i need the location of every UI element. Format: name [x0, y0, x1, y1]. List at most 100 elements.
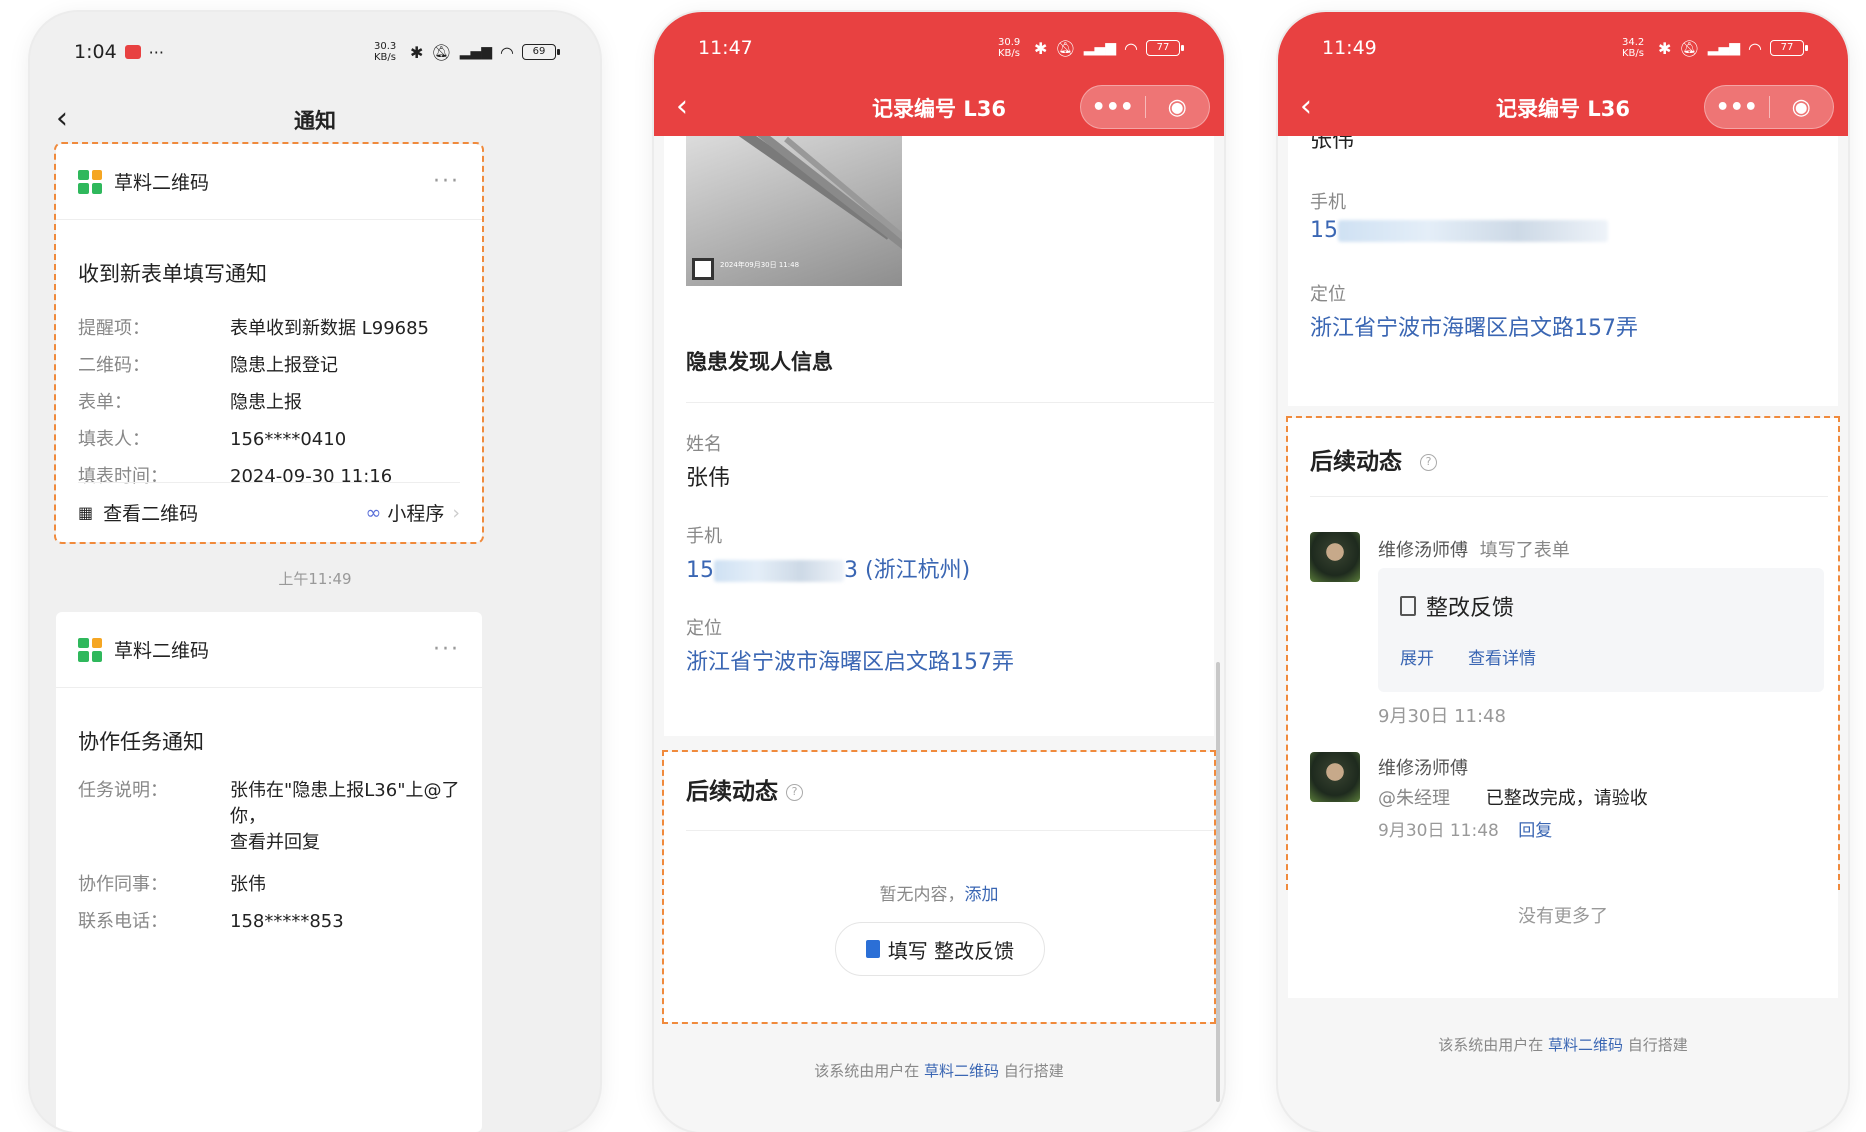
- avatar[interactable]: [1310, 532, 1360, 582]
- followup-title-row: 后续动态 ?: [1310, 442, 1438, 476]
- notice-field-row: 二维码： 隐患上报登记: [56, 347, 482, 384]
- footer-note: 该系统由用户在 草料二维码 自行搭建: [1278, 1034, 1848, 1055]
- notice-field-row: 表单： 隐患上报: [56, 384, 482, 421]
- field-phone: 联系电话： 158*****853: [56, 903, 482, 940]
- mini-program-capsule: ••• ◉: [1080, 85, 1210, 129]
- expand-link[interactable]: 展开: [1400, 644, 1434, 669]
- page-title: 记录编号 L36: [1496, 97, 1630, 121]
- nav-bar: ‹ 记录编号 L36 ••• ◉: [654, 80, 1224, 136]
- phone-prefix: 15: [1310, 218, 1338, 243]
- field-key: 填表人：: [78, 429, 150, 450]
- fill-feedback-button[interactable]: 填写 整改反馈: [835, 922, 1045, 976]
- phone-value[interactable]: 15: [1310, 218, 1608, 243]
- back-icon[interactable]: ‹: [676, 92, 688, 122]
- content-panel: 2024年09月30日 11:48 隐患发现人信息 姓名 张伟 手机 15 3 (…: [664, 136, 1214, 736]
- phone-redacted: [1338, 220, 1608, 242]
- entry-header: 维修汤师傅 填写了表单: [1378, 536, 1570, 562]
- more-menu-icon[interactable]: •••: [1705, 95, 1769, 120]
- net-speed: 30.3 KB/s: [374, 41, 397, 63]
- location-value[interactable]: 浙江省宁波市海曙区启文路157弄: [686, 644, 1014, 676]
- task-line1: 张伟在"隐患上报L36"上@了你，: [230, 780, 460, 827]
- divider: [1310, 496, 1828, 497]
- net-speed: 30.9 KB/s: [998, 37, 1021, 59]
- form-icon: [1400, 596, 1416, 616]
- avatar[interactable]: [1310, 752, 1360, 802]
- status-icons: 34.2 KB/s ✱ 🔕︎ ▂▄▆ ◠ 77: [1622, 37, 1808, 59]
- divider: [686, 402, 1214, 403]
- content-panel: 张伟 手机 15 定位 浙江省宁波市海曙区启文路157弄: [1288, 136, 1838, 406]
- name-value: 张伟: [686, 466, 731, 491]
- field-key: 表单：: [78, 392, 132, 413]
- wifi-icon: ◠: [1748, 38, 1762, 58]
- battery-icon: 77: [1770, 40, 1808, 56]
- form-notification-card[interactable]: 草料二维码 ··· 收到新表单填写通知 提醒项： 表单收到新数据 L99685 二维…: [54, 142, 484, 544]
- more-icon[interactable]: ···: [433, 637, 460, 662]
- view-qr-label: 查看二维码: [103, 503, 199, 525]
- entry-user[interactable]: 维修汤师傅: [1378, 540, 1468, 561]
- more-icon[interactable]: ···: [433, 169, 460, 194]
- photo-qr-icon: [692, 258, 714, 280]
- field-value: 隐患上报登记: [230, 355, 338, 376]
- hazard-photo[interactable]: 2024年09月30日 11:48: [686, 136, 902, 286]
- followup-title: 后续动态: [686, 779, 778, 805]
- photo-caption: 2024年09月30日 11:48: [720, 261, 800, 269]
- location-value[interactable]: 浙江省宁波市海曙区启文路157弄: [1310, 310, 1638, 342]
- footer-brand-link[interactable]: 草料二维码: [924, 1062, 999, 1080]
- mini-program-link[interactable]: ∞ 小程序 ›: [366, 499, 460, 526]
- card-header: 草料二维码 ···: [56, 144, 482, 220]
- close-target-icon[interactable]: ◉: [1770, 95, 1834, 120]
- scrollbar[interactable]: [1216, 662, 1220, 1102]
- clipboard-icon: [865, 940, 880, 958]
- no-more-panel: 没有更多了: [1288, 888, 1838, 998]
- field-key: 二维码：: [78, 355, 150, 376]
- nav-bar: ‹ 通知: [30, 92, 600, 148]
- battery-icon: 77: [1146, 40, 1184, 56]
- mention[interactable]: @朱经理: [1378, 788, 1450, 809]
- bluetooth-icon: ✱: [1658, 38, 1672, 58]
- footer-brand-link[interactable]: 草料二维码: [1548, 1036, 1623, 1054]
- status-time: 11:49: [1322, 37, 1377, 59]
- phone-redacted: [714, 560, 844, 582]
- followup-card-empty: 后续动态 ? 暂无内容，添加 填写 整改反馈: [662, 750, 1216, 1024]
- field-value: 张伟: [230, 874, 266, 895]
- phone-record-followup: 11:49 34.2 KB/s ✱ 🔕︎ ▂▄▆ ◠ 77 ‹ 记录编号 L36…: [1278, 12, 1848, 1132]
- no-more-text: 没有更多了: [1518, 906, 1608, 927]
- phone-label: 手机: [686, 526, 722, 547]
- reporter-section-title: 隐患发现人信息: [686, 350, 833, 374]
- app-name: 草料二维码: [114, 172, 210, 194]
- entry-user[interactable]: 维修汤师傅: [1378, 754, 1468, 780]
- status-time: 11:47: [698, 37, 753, 59]
- task-notification-card[interactable]: 草料二维码 ··· 协作任务通知 任务说明： 张伟在"隐患上报L36"上@了你，…: [56, 612, 482, 1132]
- wifi-icon: ◠: [500, 42, 514, 62]
- message-timestamp: 上午11:49: [278, 570, 352, 588]
- entry-action: 填写了表单: [1479, 540, 1570, 561]
- page-title: 通知: [294, 109, 336, 133]
- field-colleague: 协作同事： 张伟: [56, 866, 482, 903]
- qr-logo-icon: [78, 637, 102, 662]
- net-speed: 34.2 KB/s: [1622, 37, 1645, 59]
- empty-state: 暂无内容，添加: [664, 880, 1214, 905]
- form-preview-box[interactable]: 整改反馈 展开 查看详情: [1378, 568, 1824, 692]
- add-link[interactable]: 添加: [965, 885, 999, 905]
- phone-record-detail: 11:47 30.9 KB/s ✱ 🔕︎ ▂▄▆ ◠ 77 ‹ 记录编号 L36…: [654, 12, 1224, 1132]
- back-icon[interactable]: ‹: [56, 104, 68, 134]
- reply-link[interactable]: 回复: [1518, 821, 1552, 841]
- field-key: 任务说明：: [78, 780, 168, 801]
- divider: [686, 830, 1214, 831]
- more-menu-icon[interactable]: •••: [1081, 95, 1145, 120]
- help-icon[interactable]: ?: [786, 784, 804, 801]
- status-bar: 11:49 34.2 KB/s ✱ 🔕︎ ▂▄▆ ◠ 77: [1278, 16, 1848, 80]
- back-icon[interactable]: ‹: [1300, 92, 1312, 122]
- phone-value[interactable]: 15 3 (浙江杭州): [686, 552, 970, 584]
- card-footer: ▦ 查看二维码 ∞ 小程序 ›: [78, 482, 460, 542]
- location-label: 定位: [1310, 284, 1346, 305]
- status-bar: 11:47 30.9 KB/s ✱ 🔕︎ ▂▄▆ ◠ 77: [654, 16, 1224, 80]
- view-qr-button[interactable]: ▦ 查看二维码: [78, 499, 198, 526]
- field-key: 提醒项：: [78, 318, 150, 339]
- empty-text: 暂无内容，: [879, 885, 965, 905]
- footer-post: 自行搭建: [1003, 1062, 1064, 1080]
- view-details-link[interactable]: 查看详情: [1468, 644, 1536, 669]
- help-icon[interactable]: ?: [1420, 454, 1438, 471]
- close-target-icon[interactable]: ◉: [1146, 95, 1210, 120]
- field-value: 隐患上报: [230, 392, 302, 413]
